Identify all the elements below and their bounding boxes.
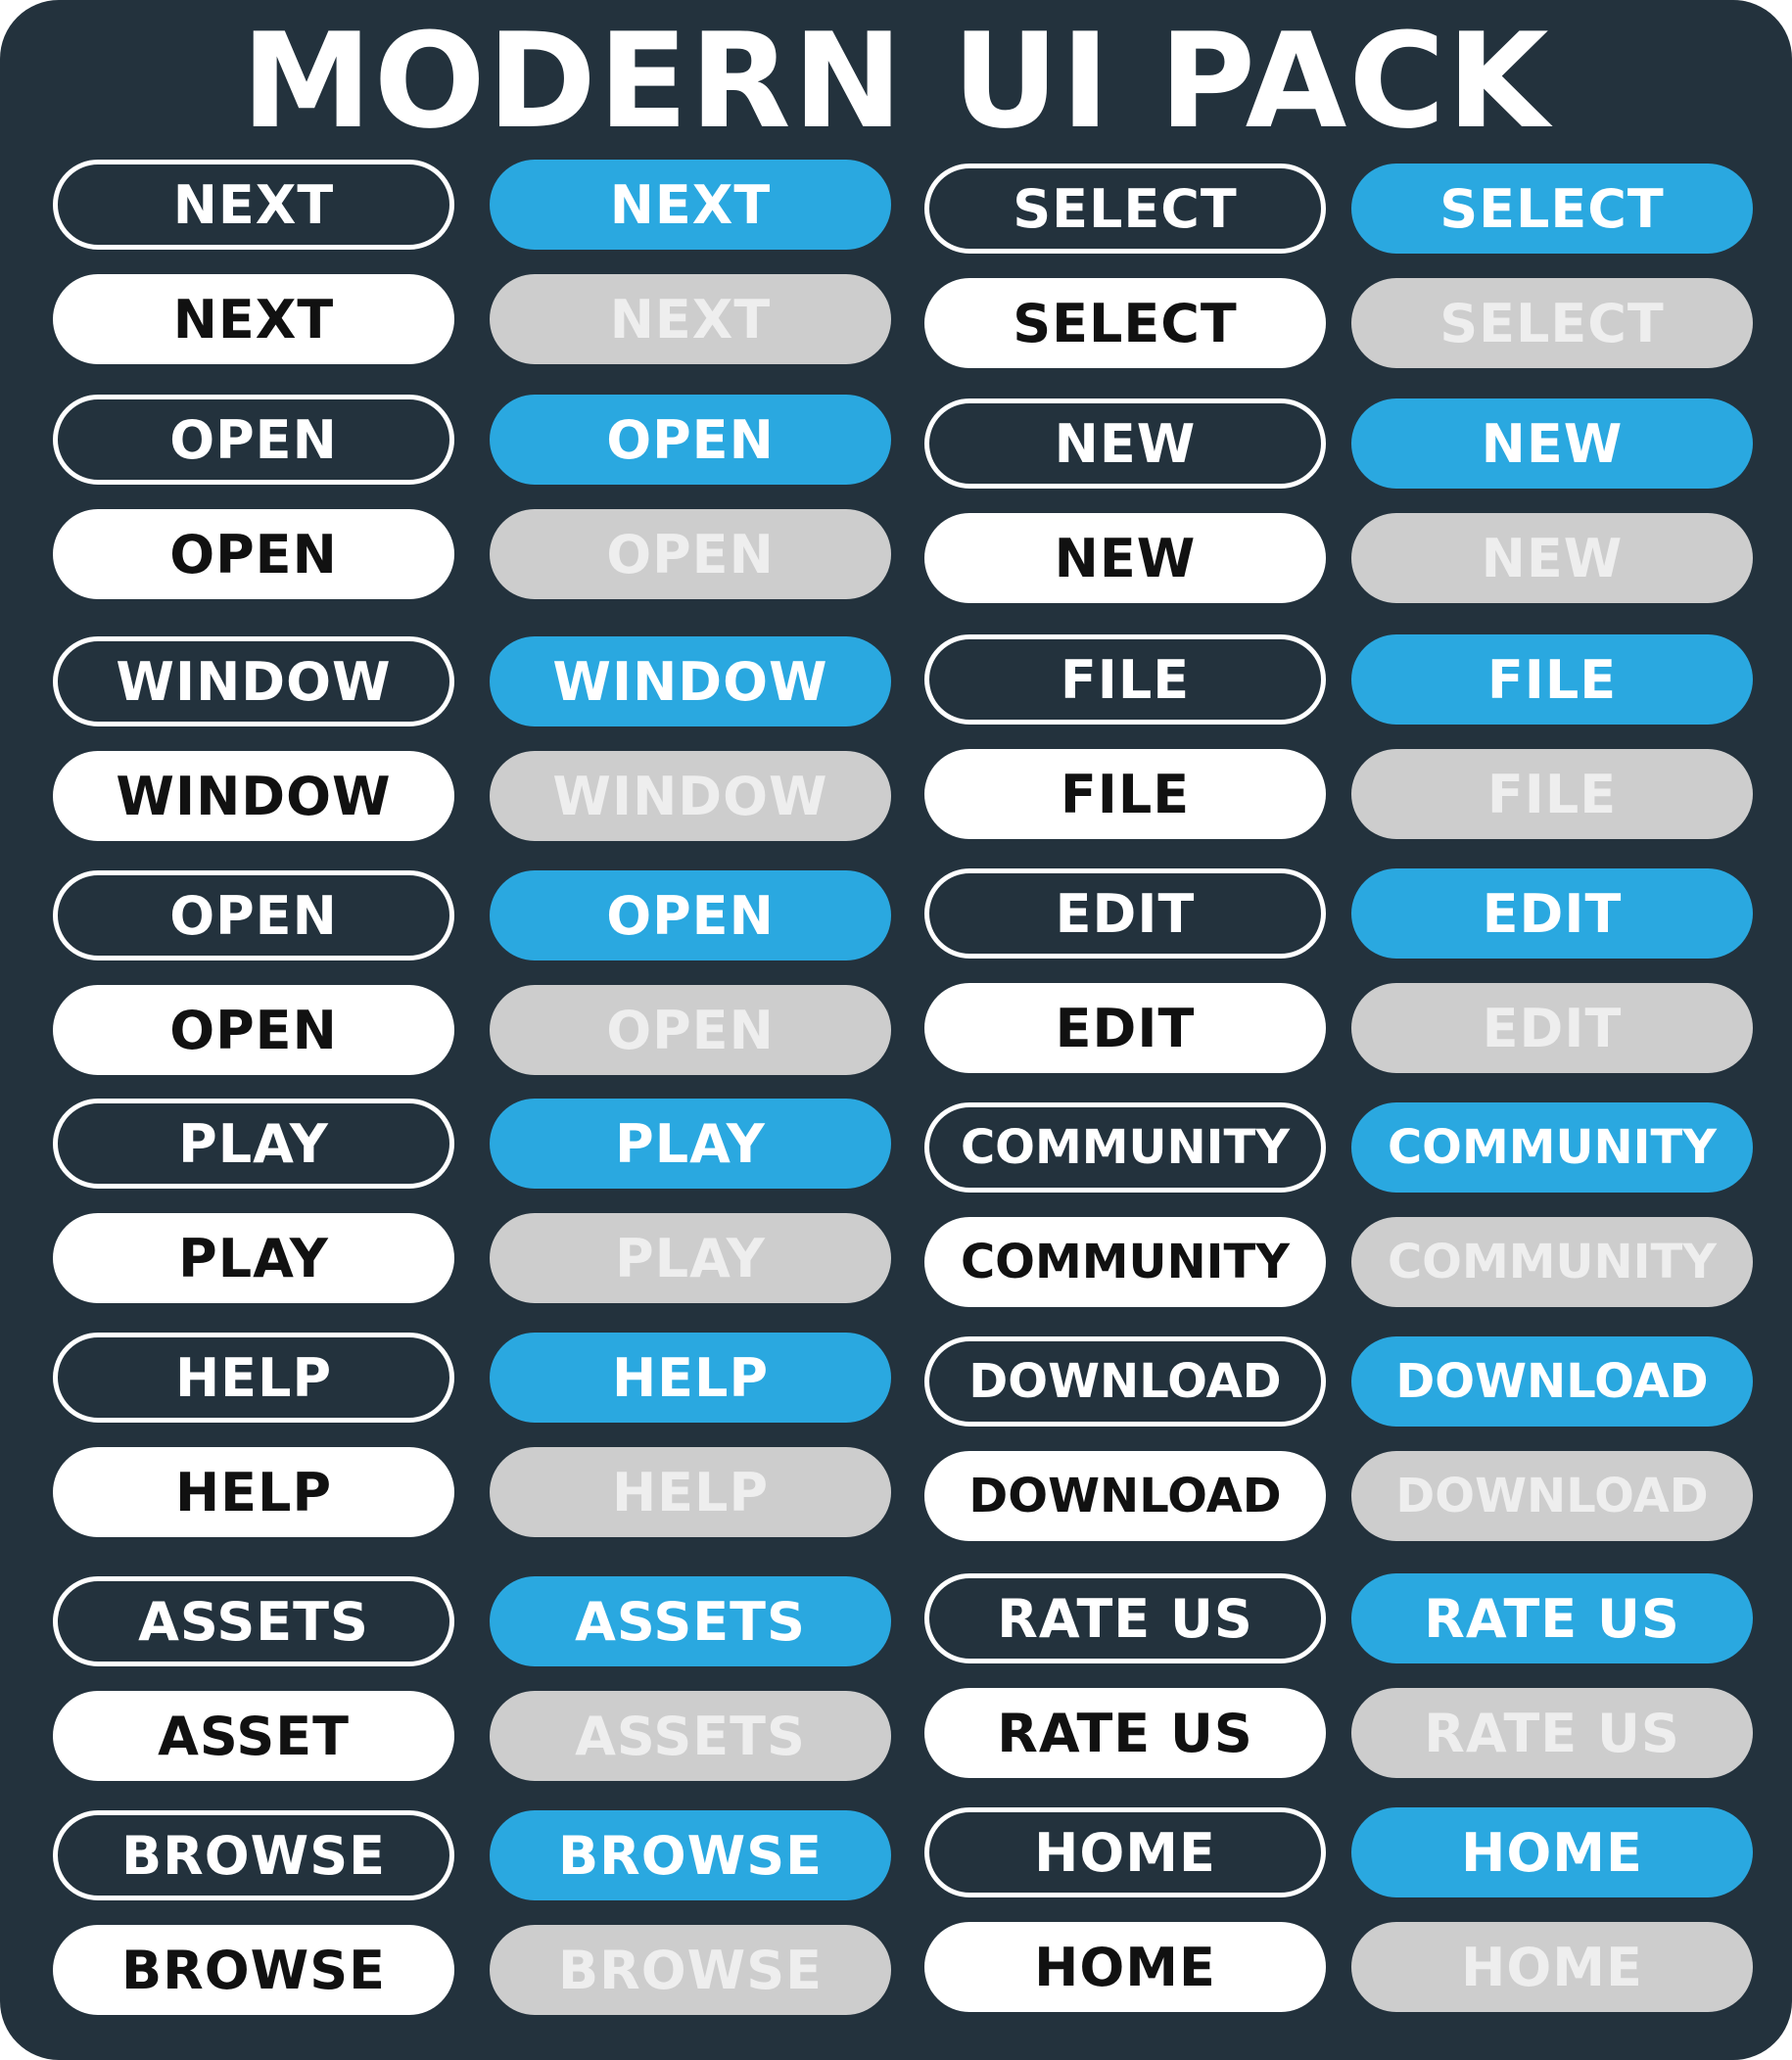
home-outline-button[interactable]: HOME bbox=[924, 1807, 1326, 1897]
page-title: MODERN UI PACK bbox=[241, 5, 1551, 158]
rate-us-disabled-button: RATE US bbox=[1351, 1688, 1753, 1778]
select-solid-button[interactable]: SELECT bbox=[924, 278, 1326, 368]
help-disabled-button: HELP bbox=[490, 1447, 891, 1537]
open-outline-button-2[interactable]: OPEN bbox=[53, 870, 454, 960]
new-primary-button[interactable]: NEW bbox=[1351, 398, 1753, 489]
next-solid-button[interactable]: NEXT bbox=[53, 274, 454, 364]
ui-pack-panel: MODERN UI PACK NEXT NEXT SELECT SELECT N… bbox=[0, 0, 1792, 2060]
rate-us-outline-button[interactable]: RATE US bbox=[924, 1573, 1326, 1663]
community-solid-button[interactable]: COMMUNITY bbox=[924, 1217, 1326, 1307]
window-disabled-button: WINDOW bbox=[490, 751, 891, 841]
new-outline-button[interactable]: NEW bbox=[924, 398, 1326, 489]
home-solid-button[interactable]: HOME bbox=[924, 1922, 1326, 2012]
open-primary-button-2[interactable]: OPEN bbox=[490, 870, 891, 960]
rate-us-primary-button[interactable]: RATE US bbox=[1351, 1573, 1753, 1663]
button-group-next-select: NEXT NEXT SELECT SELECT NEXT NEXT SELECT… bbox=[0, 160, 1792, 395]
edit-outline-button[interactable]: EDIT bbox=[924, 868, 1326, 959]
download-primary-button[interactable]: DOWNLOAD bbox=[1351, 1336, 1753, 1427]
asset-solid-button[interactable]: ASSET bbox=[53, 1691, 454, 1781]
next-primary-button[interactable]: NEXT bbox=[490, 160, 891, 250]
assets-disabled-button: ASSETS bbox=[490, 1691, 891, 1781]
community-disabled-button: COMMUNITY bbox=[1351, 1217, 1753, 1307]
edit-primary-button[interactable]: EDIT bbox=[1351, 868, 1753, 959]
next-disabled-button: NEXT bbox=[490, 274, 891, 364]
button-group-open-edit: OPEN OPEN EDIT EDIT OPEN OPEN EDIT EDIT bbox=[0, 868, 1792, 1105]
window-outline-button[interactable]: WINDOW bbox=[53, 636, 454, 726]
help-outline-button[interactable]: HELP bbox=[53, 1333, 454, 1423]
browse-solid-button[interactable]: BROWSE bbox=[53, 1925, 454, 2015]
button-group-browse-home: BROWSE BROWSE HOME HOME BROWSE BROWSE HO… bbox=[0, 1807, 1792, 2045]
file-solid-button[interactable]: FILE bbox=[924, 749, 1326, 839]
button-group-play-community: PLAY PLAY COMMUNITY COMMUNITY PLAY PLAY … bbox=[0, 1099, 1792, 1334]
next-outline-button[interactable]: NEXT bbox=[53, 160, 454, 250]
open-disabled-button-2: OPEN bbox=[490, 985, 891, 1075]
file-disabled-button: FILE bbox=[1351, 749, 1753, 839]
browse-outline-button[interactable]: BROWSE bbox=[53, 1810, 454, 1900]
help-solid-button[interactable]: HELP bbox=[53, 1447, 454, 1537]
open-solid-button[interactable]: OPEN bbox=[53, 509, 454, 599]
button-group-open-new: OPEN OPEN NEW NEW OPEN OPEN NEW NEW bbox=[0, 395, 1792, 630]
edit-disabled-button: EDIT bbox=[1351, 983, 1753, 1073]
community-primary-button[interactable]: COMMUNITY bbox=[1351, 1102, 1753, 1193]
download-disabled-button: DOWNLOAD bbox=[1351, 1451, 1753, 1541]
select-primary-button[interactable]: SELECT bbox=[1351, 164, 1753, 254]
browse-primary-button[interactable]: BROWSE bbox=[490, 1810, 891, 1900]
assets-outline-button[interactable]: ASSETS bbox=[53, 1576, 454, 1666]
file-primary-button[interactable]: FILE bbox=[1351, 634, 1753, 725]
play-outline-button[interactable]: PLAY bbox=[53, 1099, 454, 1189]
select-outline-button[interactable]: SELECT bbox=[924, 164, 1326, 254]
select-disabled-button: SELECT bbox=[1351, 278, 1753, 368]
new-solid-button[interactable]: NEW bbox=[924, 513, 1326, 603]
home-primary-button[interactable]: HOME bbox=[1351, 1807, 1753, 1897]
browse-disabled-button: BROWSE bbox=[490, 1925, 891, 2015]
window-primary-button[interactable]: WINDOW bbox=[490, 636, 891, 726]
home-disabled-button: HOME bbox=[1351, 1922, 1753, 2012]
open-primary-button[interactable]: OPEN bbox=[490, 395, 891, 485]
download-solid-button[interactable]: DOWNLOAD bbox=[924, 1451, 1326, 1541]
button-group-help-download: HELP HELP DOWNLOAD DOWNLOAD HELP HELP DO… bbox=[0, 1333, 1792, 1568]
edit-solid-button[interactable]: EDIT bbox=[924, 983, 1326, 1073]
window-solid-button[interactable]: WINDOW bbox=[53, 751, 454, 841]
button-group-assets-rate-us: ASSETS ASSETS RATE US RATE US ASSET ASSE… bbox=[0, 1573, 1792, 1811]
file-outline-button[interactable]: FILE bbox=[924, 634, 1326, 725]
play-solid-button[interactable]: PLAY bbox=[53, 1213, 454, 1303]
open-solid-button-2[interactable]: OPEN bbox=[53, 985, 454, 1075]
play-primary-button[interactable]: PLAY bbox=[490, 1099, 891, 1189]
rate-us-solid-button[interactable]: RATE US bbox=[924, 1688, 1326, 1778]
assets-primary-button[interactable]: ASSETS bbox=[490, 1576, 891, 1666]
new-disabled-button: NEW bbox=[1351, 513, 1753, 603]
community-outline-button[interactable]: COMMUNITY bbox=[924, 1102, 1326, 1193]
open-disabled-button: OPEN bbox=[490, 509, 891, 599]
open-outline-button[interactable]: OPEN bbox=[53, 395, 454, 485]
play-disabled-button: PLAY bbox=[490, 1213, 891, 1303]
button-group-window-file: WINDOW WINDOW FILE FILE WINDOW WINDOW FI… bbox=[0, 634, 1792, 871]
help-primary-button[interactable]: HELP bbox=[490, 1333, 891, 1423]
download-outline-button[interactable]: DOWNLOAD bbox=[924, 1336, 1326, 1427]
